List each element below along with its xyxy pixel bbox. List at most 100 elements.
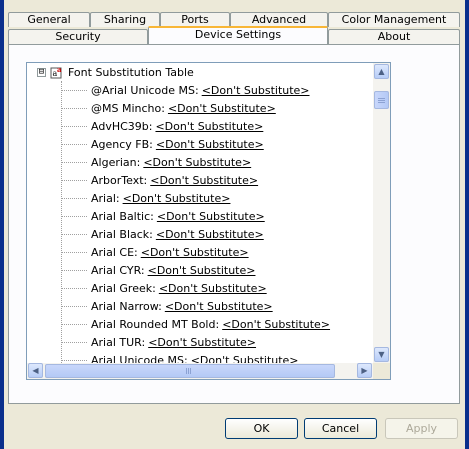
tree-branch-line <box>61 287 87 289</box>
font-table-icon: a a <box>50 65 64 79</box>
tree-branch-line <box>61 359 87 361</box>
tab-sharing[interactable]: Sharing <box>90 12 160 27</box>
substitution-setting-link[interactable]: <Don't Substitute> <box>150 174 258 187</box>
font-name: Arial Unicode MS: <box>91 353 188 364</box>
font-name: Arial Narrow: <box>91 299 162 313</box>
tab-label: About <box>377 30 411 43</box>
substitution-setting-link[interactable]: <Don't Substitute> <box>165 300 273 313</box>
font-substitution-item[interactable]: @MS Mincho: <Don't Substitute> <box>61 99 276 117</box>
font-substitution-item[interactable]: Arial CE: <Don't Substitute> <box>61 243 249 261</box>
tree-content: ⊟ a a Font Substitution Table @Arial Uni… <box>27 63 373 363</box>
tab-general[interactable]: General <box>8 12 90 27</box>
substitution-setting-link[interactable]: <Don't Substitute> <box>141 246 249 259</box>
tree-branch-line <box>61 107 87 109</box>
substitution-setting-link[interactable]: <Don't Substitute> <box>159 282 267 295</box>
grip-line <box>190 368 191 374</box>
tree-branch-line <box>61 197 87 199</box>
substitution-setting-link[interactable]: <Don't Substitute> <box>156 228 264 241</box>
tree-branch-line <box>61 161 87 163</box>
font-substitution-item[interactable]: ArborText: <Don't Substitute> <box>61 171 258 189</box>
grip-line <box>378 100 385 101</box>
device-settings-panel: ⊟ a a Font Substitution Table @Arial Uni… <box>8 44 460 404</box>
tab-label: Sharing <box>103 13 147 26</box>
apply-button[interactable]: Apply <box>385 418 458 439</box>
cancel-button[interactable]: Cancel <box>304 418 377 439</box>
scroll-right-arrow-icon[interactable]: ▶ <box>357 363 372 378</box>
window-frame-right <box>465 0 469 449</box>
font-name: Arial: <box>91 191 120 205</box>
substitution-setting-link[interactable]: <Don't Substitute> <box>168 102 276 115</box>
scroll-down-arrow-icon[interactable]: ▼ <box>374 347 389 362</box>
svg-text:a: a <box>57 65 62 74</box>
substitution-setting-link[interactable]: <Don't Substitute> <box>155 120 263 133</box>
tab-color-management[interactable]: Color Management <box>328 12 460 27</box>
font-name: Arial Baltic: <box>91 209 154 223</box>
tree-branch-line <box>61 323 87 325</box>
substitution-setting-link[interactable]: <Don't Substitute> <box>148 264 256 277</box>
tab-device-settings[interactable]: Device Settings <box>148 26 328 44</box>
tab-label: Ports <box>181 13 209 26</box>
tree-branch-line <box>61 341 87 343</box>
font-substitution-item[interactable]: Arial Greek: <Don't Substitute> <box>61 279 267 297</box>
font-substitution-item[interactable]: Arial: <Don't Substitute> <box>61 189 230 207</box>
font-name: @Arial Unicode MS: <box>91 83 199 97</box>
tree-branch-line <box>61 89 87 91</box>
font-substitution-item[interactable]: Arial Black: <Don't Substitute> <box>61 225 264 243</box>
font-substitution-item[interactable]: Arial Narrow: <Don't Substitute> <box>61 297 273 315</box>
horizontal-scroll-thumb[interactable] <box>45 364 335 378</box>
font-name: Arial CYR: <box>91 263 145 277</box>
substitution-setting-link[interactable]: <Don't Substitute> <box>148 336 256 349</box>
ok-button[interactable]: OK <box>225 418 298 439</box>
horizontal-scrollbar[interactable]: ◀ ▶ <box>27 363 373 379</box>
substitution-setting-link[interactable]: <Don't Substitute> <box>222 318 330 331</box>
scroll-left-arrow-icon[interactable]: ◀ <box>28 363 43 378</box>
font-substitution-item[interactable]: Agency FB: <Don't Substitute> <box>61 135 264 153</box>
tree-branch-line <box>61 215 87 217</box>
printer-properties-dialog: General Sharing Ports Advanced Color Man… <box>4 0 465 449</box>
tab-label: General <box>27 13 71 26</box>
tab-label: Color Management <box>341 13 447 26</box>
font-substitution-item[interactable]: @Arial Unicode MS: <Don't Substitute> <box>61 81 310 99</box>
substitution-setting-link[interactable]: <Don't Substitute> <box>202 84 310 97</box>
grip-line <box>378 102 385 103</box>
font-name: Agency FB: <box>91 137 153 151</box>
tab-advanced[interactable]: Advanced <box>230 12 328 27</box>
font-substitution-item[interactable]: Arial Baltic: <Don't Substitute> <box>61 207 265 225</box>
tree-branch-line <box>61 179 87 181</box>
scroll-up-arrow-icon[interactable]: ▲ <box>374 64 389 79</box>
tree-branch-line <box>61 305 87 307</box>
grip-line <box>186 368 187 374</box>
tab-security[interactable]: Security <box>8 29 148 44</box>
collapse-icon[interactable]: ⊟ <box>37 67 46 77</box>
grip-line <box>378 98 385 99</box>
scrollbar-corner <box>373 363 390 379</box>
font-substitution-item[interactable]: AdvHC39b: <Don't Substitute> <box>61 117 263 135</box>
grip-line <box>188 368 189 374</box>
tab-label: Advanced <box>251 13 307 26</box>
tab-label: Device Settings <box>194 28 282 41</box>
substitution-setting-link[interactable]: <Don't Substitute> <box>191 354 299 364</box>
tree-branch-line <box>61 233 87 235</box>
substitution-setting-link[interactable]: <Don't Substitute> <box>143 156 251 169</box>
substitution-setting-link[interactable]: <Don't Substitute> <box>156 138 264 151</box>
font-substitution-item[interactable]: Arial Rounded MT Bold: <Don't Substitute… <box>61 315 330 333</box>
font-substitution-item[interactable]: Arial CYR: <Don't Substitute> <box>61 261 255 279</box>
substitution-setting-link[interactable]: <Don't Substitute> <box>157 210 265 223</box>
font-substitution-item[interactable]: Arial Unicode MS: <Don't Substitute> <box>61 351 299 363</box>
font-name: Arial TUR: <box>91 335 146 349</box>
font-name: AdvHC39b: <box>91 119 153 133</box>
vertical-scrollbar[interactable]: ▲ ▼ <box>373 63 390 363</box>
font-substitution-item[interactable]: Algerian: <Don't Substitute> <box>61 153 251 171</box>
font-name: Arial CE: <box>91 245 138 259</box>
font-name: Arial Black: <box>91 227 153 241</box>
tab-ports[interactable]: Ports <box>160 12 230 27</box>
tree-root-font-substitution[interactable]: ⊟ a a Font Substitution Table <box>37 63 194 81</box>
tree-branch-line <box>61 125 87 127</box>
device-settings-tree[interactable]: ⊟ a a Font Substitution Table @Arial Uni… <box>26 62 391 380</box>
font-name: ArborText: <box>91 173 148 187</box>
font-name: Arial Rounded MT Bold: <box>91 317 220 331</box>
tab-about[interactable]: About <box>328 29 460 44</box>
substitution-setting-link[interactable]: <Don't Substitute> <box>123 192 231 205</box>
vertical-scroll-thumb[interactable] <box>374 91 389 109</box>
font-substitution-item[interactable]: Arial TUR: <Don't Substitute> <box>61 333 256 351</box>
